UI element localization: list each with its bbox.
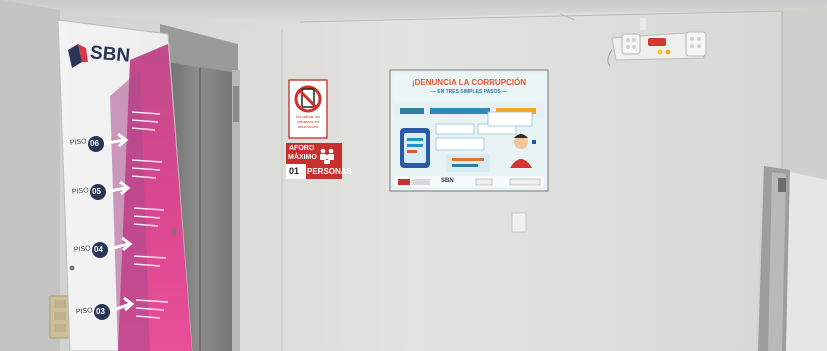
- poster-footer-logo: SBN: [441, 178, 454, 184]
- floor-number-06: 06: [90, 139, 99, 148]
- floor-prefix: PISO: [69, 138, 88, 147]
- capacity-unit: PERSONAS: [307, 167, 352, 176]
- floor-prefix: PISO: [75, 307, 94, 316]
- floor-number-04: 04: [94, 245, 103, 254]
- poster-title: ¡DENUNCIA LA CORRUPCIÓN: [411, 78, 527, 87]
- capacity-line1: AFORO: [289, 145, 315, 152]
- photo-scene: SBN PISO 06 PISO 05 PISO 04 PISO 03 No u…: [0, 0, 827, 351]
- floor-number-03: 03: [96, 307, 105, 316]
- floor-prefix: PISO: [73, 245, 92, 254]
- poster-subtitle: — EN TRES SIMPLES PASOS —: [430, 89, 508, 95]
- capacity-count: 01: [289, 166, 300, 176]
- floor-label-03: PISO: [76, 307, 93, 315]
- directory-logo: SBN: [89, 42, 132, 67]
- no-phone-caption: No utilizar los celulares en ascensores: [295, 114, 320, 129]
- floor-number-05: 05: [92, 187, 101, 196]
- floor-prefix: PISO: [71, 187, 90, 196]
- floor-label-04: PISO: [74, 245, 91, 253]
- capacity-line2: MÁXIMO: [288, 154, 317, 161]
- floor-label-06: PISO: [70, 138, 87, 146]
- floor-label-05: PISO: [72, 187, 89, 195]
